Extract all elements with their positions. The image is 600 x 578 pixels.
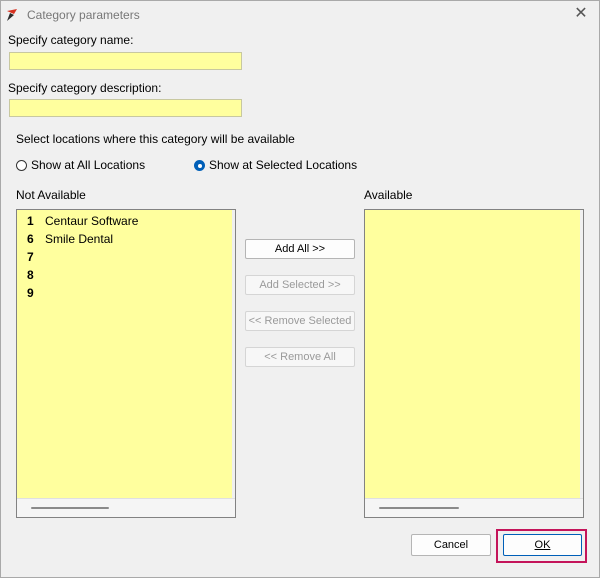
- not-available-list[interactable]: 1 Centaur Software 6 Smile Dental 7 8 9: [16, 209, 236, 518]
- radio-selected-locations-label: Show at Selected Locations: [209, 158, 358, 172]
- vertical-scrollbar[interactable]: [580, 210, 583, 499]
- add-all-button[interactable]: Add All >>: [245, 239, 355, 259]
- not-available-list-items: 1 Centaur Software 6 Smile Dental 7 8 9: [17, 210, 235, 499]
- list-item[interactable]: 8: [27, 266, 45, 284]
- category-name-input[interactable]: [9, 52, 242, 70]
- list-item[interactable]: 6 Smile Dental: [27, 230, 113, 248]
- remove-all-button[interactable]: << Remove All: [245, 347, 355, 367]
- available-list-items: [365, 210, 583, 499]
- cancel-button[interactable]: Cancel: [411, 534, 491, 556]
- horizontal-scrollbar[interactable]: [365, 498, 583, 517]
- remove-selected-button[interactable]: << Remove Selected: [245, 311, 355, 331]
- list-item[interactable]: 9: [27, 284, 45, 302]
- category-description-input[interactable]: [9, 99, 242, 117]
- radio-all-locations-label: Show at All Locations: [31, 158, 146, 172]
- category-description-label: Specify category description:: [8, 81, 162, 95]
- vertical-scrollbar[interactable]: [232, 210, 235, 499]
- category-name-label: Specify category name:: [8, 33, 134, 47]
- not-available-header: Not Available: [16, 188, 86, 202]
- dialog-window: Category parameters ✕ Specify category n…: [0, 0, 600, 578]
- app-logo-icon: [7, 9, 17, 21]
- locations-prompt: Select locations where this category wil…: [16, 132, 295, 146]
- available-header: Available: [364, 188, 413, 202]
- close-icon[interactable]: ✕: [569, 3, 593, 25]
- window-title: Category parameters: [27, 8, 140, 22]
- horizontal-scrollbar[interactable]: [17, 498, 235, 517]
- highlight-frame: [496, 529, 587, 563]
- scrollbar-thumb[interactable]: [31, 507, 109, 509]
- available-list[interactable]: [364, 209, 584, 518]
- title-bar: Category parameters ✕: [1, 1, 599, 29]
- scrollbar-thumb[interactable]: [379, 507, 459, 509]
- radio-button-selected[interactable]: [194, 160, 205, 171]
- list-item[interactable]: 1 Centaur Software: [27, 212, 138, 230]
- add-selected-button[interactable]: Add Selected >>: [245, 275, 355, 295]
- radio-button[interactable]: [16, 160, 27, 171]
- list-item[interactable]: 7: [27, 248, 45, 266]
